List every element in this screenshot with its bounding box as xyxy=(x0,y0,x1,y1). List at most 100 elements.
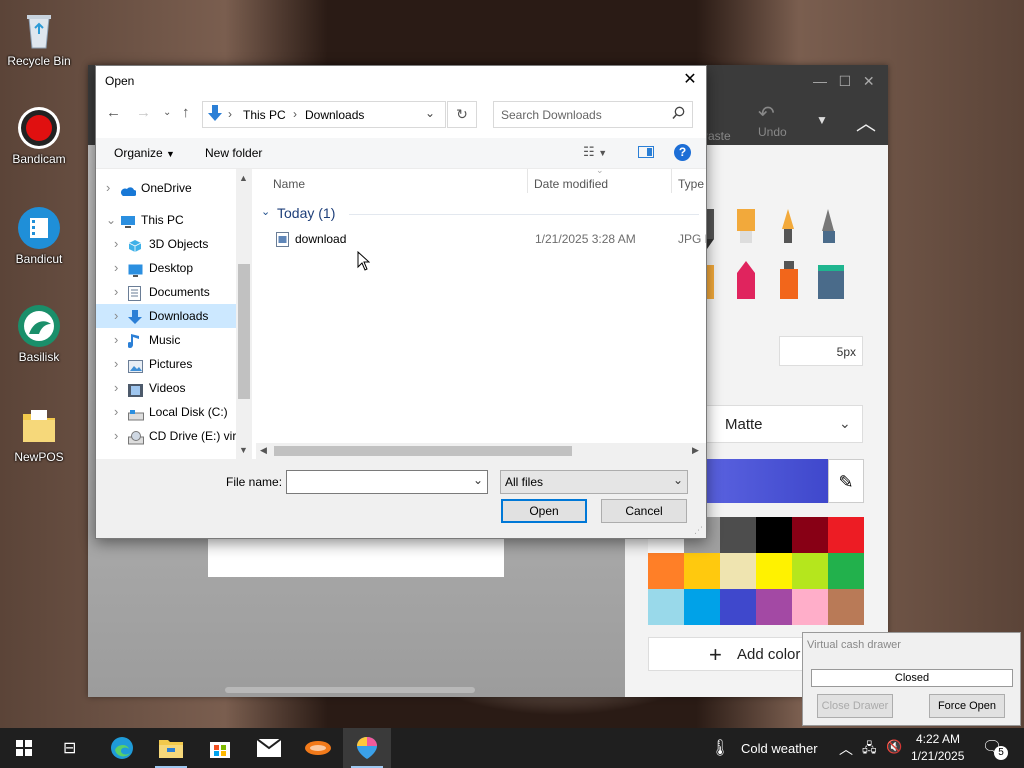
collapse-ribbon-icon[interactable]: ︿ xyxy=(856,107,876,136)
horizontal-scrollbar-thumb[interactable] xyxy=(274,446,572,456)
chevron-right-icon[interactable]: › xyxy=(114,352,118,376)
scroll-right-icon[interactable]: ▶ xyxy=(692,445,699,456)
nav-item-this-pc[interactable]: ⌄ This PC xyxy=(96,208,236,232)
file-type-select[interactable]: All files ⌄ xyxy=(500,470,688,494)
new-folder-button[interactable]: New folder xyxy=(205,146,262,160)
color-swatch[interactable] xyxy=(756,589,792,625)
resize-grip-icon[interactable]: ⋰ xyxy=(694,525,703,536)
force-open-button[interactable]: Force Open xyxy=(929,694,1005,718)
color-swatch[interactable] xyxy=(792,589,828,625)
paint-taskbar-button[interactable] xyxy=(343,728,391,768)
scroll-up-icon[interactable]: ▲ xyxy=(239,173,248,183)
chevron-right-icon[interactable]: › xyxy=(114,280,118,304)
organize-button[interactable]: Organize ▼ xyxy=(114,146,175,160)
chevron-down-icon[interactable]: ⌄ xyxy=(106,208,116,232)
edge-taskbar-button[interactable] xyxy=(98,728,146,768)
clock-date[interactable]: 1/21/2025 xyxy=(911,749,964,763)
chevron-right-icon[interactable]: › xyxy=(114,256,118,280)
color-swatch[interactable] xyxy=(828,517,864,553)
preview-pane-icon[interactable] xyxy=(638,146,654,158)
chevron-right-icon[interactable]: › xyxy=(114,232,118,256)
file-name-input[interactable]: ⌄ xyxy=(286,470,488,494)
color-swatch[interactable] xyxy=(720,553,756,589)
chevron-down-icon[interactable]: ⌄ xyxy=(473,473,483,487)
desktop-icon-basilisk[interactable]: Basilisk xyxy=(1,304,77,364)
active-color-swatch[interactable] xyxy=(700,459,828,503)
column-header-date[interactable]: Date modified xyxy=(534,177,608,191)
app-taskbar-button[interactable] xyxy=(294,728,342,768)
column-header-type[interactable]: Type xyxy=(678,177,704,191)
scroll-down-icon[interactable]: ▼ xyxy=(239,445,248,455)
desktop-icon-recycle-bin[interactable]: Recycle Bin xyxy=(1,8,77,68)
search-box[interactable]: Search Downloads xyxy=(493,101,693,128)
color-swatch[interactable] xyxy=(792,553,828,589)
address-dropdown-chevron-icon[interactable]: ⌄ xyxy=(425,106,435,120)
chevron-right-icon[interactable]: › xyxy=(114,424,118,448)
undo-icon[interactable]: ↶ xyxy=(758,101,775,126)
scroll-left-icon[interactable]: ◀ xyxy=(260,445,267,456)
chevron-right-icon[interactable]: › xyxy=(106,176,110,200)
store-taskbar-button[interactable] xyxy=(196,728,244,768)
brush-size-field[interactable]: 5px xyxy=(779,336,863,366)
open-button[interactable]: Open xyxy=(501,499,587,523)
color-swatch[interactable] xyxy=(828,589,864,625)
chevron-right-icon[interactable]: › xyxy=(114,400,118,424)
mail-taskbar-button[interactable] xyxy=(245,728,293,768)
close-drawer-button[interactable]: Close Drawer xyxy=(817,694,893,718)
chevron-right-icon[interactable]: › xyxy=(114,328,118,352)
recent-locations-chevron-icon[interactable]: ⌄ xyxy=(163,107,171,118)
color-swatch[interactable] xyxy=(684,589,720,625)
nav-item-videos[interactable]: › Videos xyxy=(96,376,236,400)
color-swatch[interactable] xyxy=(648,589,684,625)
color-swatch[interactable] xyxy=(720,517,756,553)
nav-item-documents[interactable]: › Documents xyxy=(96,280,236,304)
color-swatch[interactable] xyxy=(648,553,684,589)
nav-item-local-disk-c[interactable]: › Local Disk (C:) xyxy=(96,400,236,424)
help-icon[interactable]: ? xyxy=(674,144,691,161)
volume-muted-icon[interactable]: 🔇 xyxy=(886,739,902,755)
start-button[interactable] xyxy=(0,728,48,768)
paint-undo-label[interactable]: Undo xyxy=(758,125,787,139)
back-arrow-icon[interactable]: ← xyxy=(106,104,121,121)
nav-item-desktop[interactable]: › Desktop xyxy=(96,256,236,280)
nav-item-music[interactable]: › Music xyxy=(96,328,236,352)
network-icon[interactable]: 🖧 xyxy=(862,739,877,761)
breadcrumb-downloads[interactable]: Downloads xyxy=(305,108,364,122)
column-divider[interactable] xyxy=(671,169,672,193)
nav-item-cd-drive-e-virt[interactable]: › CD Drive (E:) virt xyxy=(96,424,240,448)
eyedropper-icon[interactable]: ✎ xyxy=(828,459,864,503)
chevron-right-icon[interactable]: › xyxy=(114,304,118,328)
weather-label[interactable]: Cold weather xyxy=(741,741,818,756)
clock-time[interactable]: 4:22 AM xyxy=(916,732,960,746)
view-options-icon[interactable]: ☷ ▼ xyxy=(583,144,607,160)
desktop-icon-bandicut[interactable]: Bandicut xyxy=(1,206,77,266)
forward-arrow-icon[interactable]: → xyxy=(136,104,151,121)
color-swatch[interactable] xyxy=(756,553,792,589)
nav-item-downloads[interactable]: › Downloads xyxy=(96,304,236,328)
nav-item-3d-objects[interactable]: › 3D Objects xyxy=(96,232,236,256)
column-divider[interactable] xyxy=(527,169,528,193)
refresh-icon[interactable]: ↻ xyxy=(447,101,477,128)
up-arrow-icon[interactable]: ↑ xyxy=(182,104,190,121)
nav-item-pictures[interactable]: › Pictures xyxy=(96,352,236,376)
chevron-up-icon[interactable]: ︿ xyxy=(839,739,853,759)
nav-scrollbar[interactable]: ▲ ▼ xyxy=(236,169,252,459)
color-swatch[interactable] xyxy=(720,589,756,625)
color-swatch[interactable] xyxy=(828,553,864,589)
chevron-down-icon[interactable]: ▼ xyxy=(816,113,828,127)
chevron-right-icon[interactable]: › xyxy=(114,376,118,400)
color-swatch[interactable] xyxy=(792,517,828,553)
group-header-today[interactable]: ⌄ Today (1) xyxy=(261,205,701,225)
file-explorer-taskbar-button[interactable] xyxy=(147,728,195,768)
desktop-icon-bandicam[interactable]: Bandicam xyxy=(1,106,77,166)
color-swatch[interactable] xyxy=(684,553,720,589)
finish-dropdown[interactable]: Matte ⌄ xyxy=(700,405,863,443)
address-bar[interactable]: › This PC › Downloads ⌄ xyxy=(202,101,446,128)
task-view-button[interactable]: ⊟ xyxy=(48,728,96,768)
paint-canvas[interactable] xyxy=(208,537,504,577)
column-header-name[interactable]: Name xyxy=(273,177,305,191)
file-row[interactable]: download 1/21/2025 3:28 AM JPG F xyxy=(271,227,706,251)
thermometer-icon[interactable]: 🌡 xyxy=(710,738,730,758)
breadcrumb-this-pc[interactable]: This PC xyxy=(243,108,286,122)
nav-item-onedrive[interactable]: › OneDrive xyxy=(96,176,236,200)
